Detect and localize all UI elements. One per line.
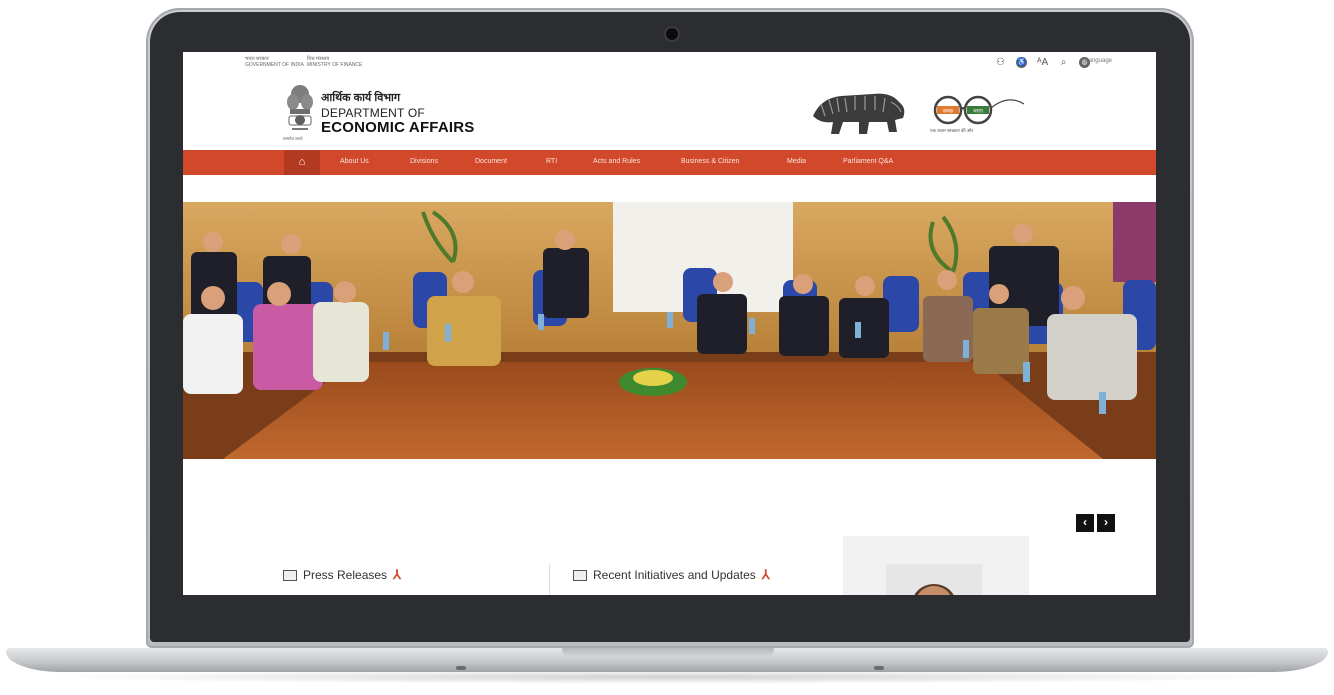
meeting-photo	[183, 202, 1156, 459]
person-portrait	[914, 584, 954, 595]
make-in-india-lion-icon	[813, 93, 905, 134]
language-selector[interactable]: Language	[1085, 58, 1112, 64]
pdf-icon[interactable]: ⅄	[393, 567, 401, 583]
slider-prev-button[interactable]: ‹	[1076, 514, 1094, 532]
nav-item-rti[interactable]: RTI	[546, 158, 557, 165]
press-releases-heading[interactable]: Press Releases ⅄	[283, 567, 401, 583]
press-releases-title: Press Releases	[303, 568, 388, 582]
newspaper-icon	[283, 569, 297, 581]
dept-name-line2: ECONOMIC AFFAIRS	[321, 119, 475, 136]
swachh-left-text: स्वच्छ	[943, 109, 954, 115]
webcam-icon	[666, 28, 678, 40]
profile-photo	[886, 564, 982, 595]
emblem-caption: सत्यमेव जयते	[283, 136, 303, 141]
swachh-bharat-logo: स्वच्छ भारत एक कदम स्वच्छता की ओर	[930, 95, 1025, 133]
site-header: सत्यमेव जयते आर्थिक कार्य विभाग DEPARTME…	[183, 76, 1156, 150]
nav-item-acts-and-rules[interactable]: Acts and Rules	[593, 158, 640, 165]
search-icon[interactable]: ⌕	[1058, 57, 1069, 68]
nav-item-business-citizen[interactable]: Business & Citizen	[681, 158, 739, 165]
pdf-icon[interactable]: ⅄	[762, 567, 770, 583]
text-size-icon[interactable]: ᴬA	[1037, 57, 1048, 68]
nav-item-about-us[interactable]: About Us	[340, 158, 369, 165]
nav-item-document[interactable]: Document	[475, 158, 507, 165]
swachh-right-text: भारत	[973, 109, 983, 115]
ministry-link[interactable]: वित्त मंत्रालय MINISTRY OF FINANCE	[307, 56, 362, 68]
ministry-english: MINISTRY OF FINANCE	[307, 62, 363, 68]
swachh-tagline: एक कदम स्वच्छता की ओर	[930, 127, 973, 133]
base-foot-right	[874, 666, 884, 670]
gov-of-india-link[interactable]: भारत सरकार GOVERNMENT OF INDIA	[245, 56, 304, 68]
sitemap-icon[interactable]: ⚇	[995, 57, 1006, 68]
utility-icons: ⚇ ♿ ᴬA ⌕ ◍	[995, 57, 1090, 68]
laptop-shadow	[30, 670, 1304, 684]
national-emblem-icon	[287, 85, 313, 130]
nav-item-parliament-qa[interactable]: Parliament Q&A	[843, 158, 893, 165]
laptop-hinge-notch	[562, 648, 774, 658]
website-screen: भारत सरकार GOVERNMENT OF INDIA वित्त मंत…	[183, 52, 1156, 595]
accessibility-icon[interactable]: ♿	[1016, 57, 1027, 68]
main-nav: ⌂ About Us Divisions Document RTI Acts a…	[183, 150, 1156, 175]
slider-next-button[interactable]: ›	[1097, 514, 1115, 532]
laptop-mockup: भारत सरकार GOVERNMENT OF INDIA वित्त मंत…	[0, 0, 1334, 695]
utility-bar: भारत सरकार GOVERNMENT OF INDIA वित्त मंत…	[183, 52, 1156, 76]
recent-initiatives-title: Recent Initiatives and Updates	[593, 568, 756, 582]
nav-item-divisions[interactable]: Divisions	[410, 158, 438, 165]
nav-item-media[interactable]: Media	[787, 158, 806, 165]
video-icon	[573, 569, 587, 581]
recent-initiatives-heading[interactable]: Recent Initiatives and Updates ⅄	[573, 567, 770, 583]
dept-name-hindi: आर्थिक कार्य विभाग	[321, 92, 401, 104]
banner-image	[183, 202, 1156, 459]
base-foot-left	[456, 666, 466, 670]
gov-english: GOVERNMENT OF INDIA	[245, 62, 304, 68]
dept-name-line1: DEPARTMENT OF	[321, 106, 425, 120]
home-icon[interactable]: ⌂	[284, 150, 320, 175]
section-divider	[549, 564, 550, 595]
